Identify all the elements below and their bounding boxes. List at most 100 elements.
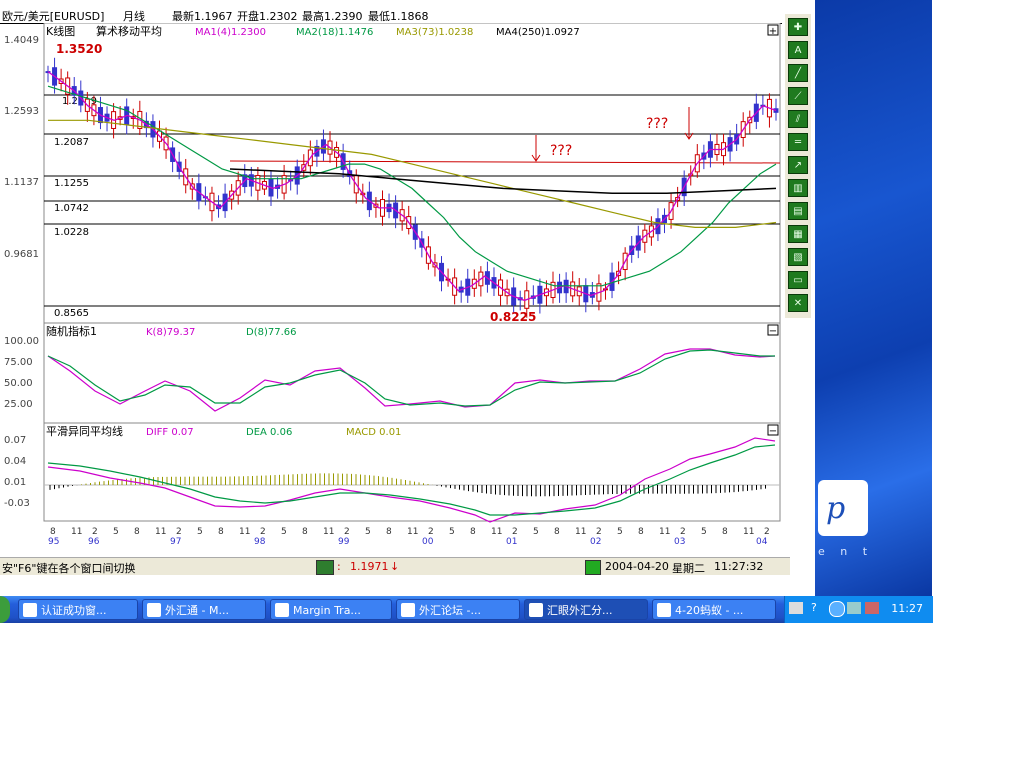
help-icon[interactable]: ? (811, 601, 817, 614)
x-tick-label: 11 (491, 527, 502, 537)
right-toolbar: ✚ A ╱ ⟋ ⫽ ═ ↗ ▥ ▤ ▦ ▧ ▭ ✕ (785, 14, 811, 318)
chart-app-icon (529, 603, 543, 617)
ma3-value: MA3(73)1.0238 (396, 27, 473, 38)
x-tick-label: 2 (428, 527, 434, 537)
kd-panel (43, 322, 781, 424)
tool-trend-icon[interactable]: ↗ (788, 156, 808, 174)
hp-logo: p (818, 480, 868, 536)
x-tick-label: 2 (176, 527, 182, 537)
word-icon (657, 603, 671, 617)
x-tick-label: 5 (617, 527, 623, 537)
tool-delete-icon[interactable]: ✕ (788, 294, 808, 312)
folder-icon (23, 603, 37, 617)
x-year-label: 99 (338, 537, 350, 547)
tool-text-icon[interactable]: A (788, 41, 808, 59)
app-window: 欧元/美元[EURUSD] 月线 最新1.1967 开盘1.2302 最高1.2… (0, 0, 815, 577)
x-tick-label: 11 (659, 527, 670, 537)
x-tick-label: 2 (92, 527, 98, 537)
macd-ytick-0: 0.07 (4, 435, 26, 446)
status-weekday: 星期二 (672, 562, 705, 575)
x-tick-label: 8 (470, 527, 476, 537)
x-tick-label: 8 (50, 527, 56, 537)
latest-price: 最新1.1967 (172, 10, 233, 23)
x-tick-label: 8 (134, 527, 140, 537)
k-value: K(8)79.37 (146, 327, 195, 338)
x-year-label: 98 (254, 537, 266, 547)
browser-icon (147, 603, 161, 617)
security-icon[interactable] (865, 602, 879, 614)
level-label-6: 0.8565 (54, 308, 89, 319)
tool-line-icon[interactable]: ╱ (788, 64, 808, 82)
ma-ytick-0: 1.4049 (4, 35, 39, 46)
x-tick-label: 8 (218, 527, 224, 537)
network-icon[interactable] (847, 602, 861, 614)
x-tick-label: 11 (155, 527, 166, 537)
period-label: 月线 (123, 10, 145, 23)
ma-ytick-3: 0.9681 (4, 249, 39, 260)
x-tick-label: 2 (680, 527, 686, 537)
x-tick-label: 2 (344, 527, 350, 537)
symbol-label: 欧元/美元[EURUSD] (2, 10, 105, 23)
task-item-margin[interactable]: Margin Tra... (270, 599, 392, 620)
price-arrow-icon: : (337, 560, 341, 573)
kd-panel-name: 随机指标1 (46, 324, 97, 338)
low-price: 最低1.1868 (368, 10, 429, 23)
x-tick-label: 11 (71, 527, 82, 537)
tool-period-icon[interactable]: ▧ (788, 248, 808, 266)
ma4-value: MA4(250)1.0927 (496, 27, 580, 38)
x-tick-label: 5 (533, 527, 539, 537)
tool-fib-icon[interactable]: ▤ (788, 202, 808, 220)
tool-hline-icon[interactable]: ═ (788, 133, 808, 151)
status-date: 2004-04-20 (605, 560, 669, 573)
x-tick-label: 2 (764, 527, 770, 537)
status-time: 11:27:32 (714, 560, 764, 573)
x-year-label: 95 (48, 537, 59, 547)
x-tick-label: 5 (197, 527, 203, 537)
status-hint: 安"F6"键在各个窗口间切换 (2, 562, 136, 575)
x-tick-label: 11 (239, 527, 250, 537)
back-chevron-icon[interactable] (829, 601, 845, 617)
kd-ytick-2: 50.00 (4, 378, 33, 389)
x-tick-label: 2 (596, 527, 602, 537)
question-annotation-2: ??? (646, 116, 668, 132)
tool-cross-icon[interactable]: ✚ (788, 18, 808, 36)
task-item-analysis[interactable]: 汇眼外汇分... (524, 599, 648, 620)
calculator-icon[interactable] (316, 560, 334, 575)
x-tick-label: 11 (575, 527, 586, 537)
level-label-4: 1.0742 (54, 203, 89, 214)
task-item-auth[interactable]: 认证成功窗... (18, 599, 138, 620)
tool-grid-icon[interactable]: ▥ (788, 179, 808, 197)
x-tick-label: 11 (323, 527, 334, 537)
diff-value: DIFF 0.07 (146, 427, 194, 438)
ma-panel (43, 23, 781, 324)
high-annotation: 1.3520 (56, 42, 102, 56)
kd-ytick-1: 75.00 (4, 357, 33, 368)
tool-ray-icon[interactable]: ⟋ (788, 87, 808, 105)
macd-ytick-1: 0.04 (4, 456, 26, 467)
tool-box-icon[interactable]: ▭ (788, 271, 808, 289)
x-tick-label: 5 (701, 527, 707, 537)
keyboard-icon[interactable] (789, 602, 803, 614)
high-price: 最高1.2390 (302, 10, 363, 23)
connection-icon (585, 560, 601, 575)
x-year-label: 01 (506, 537, 517, 547)
hp-slogan: e n t (818, 545, 874, 558)
x-tick-label: 8 (638, 527, 644, 537)
ma-panel-name: K线图 (46, 24, 75, 38)
macd-value: MACD 0.01 (346, 427, 401, 438)
ma-indicator-name: 算术移动平均 (96, 24, 162, 38)
x-tick-label: 5 (365, 527, 371, 537)
task-item-forex[interactable]: 外汇通 - M... (142, 599, 266, 620)
current-price: 1.1971 (350, 560, 389, 573)
minus-icon: − (769, 326, 777, 337)
low-annotation: 0.8225 (490, 310, 536, 324)
task-item-word[interactable]: 4-20蚂蚁 - ... (652, 599, 776, 620)
d-value: D(8)77.66 (246, 327, 297, 338)
x-tick-label: 8 (386, 527, 392, 537)
tool-cycle-icon[interactable]: ▦ (788, 225, 808, 243)
x-tick-label: 5 (449, 527, 455, 537)
ma1-value: MA1(4)1.2300 (195, 27, 266, 38)
tool-channel-icon[interactable]: ⫽ (788, 110, 808, 128)
x-axis: 8 11 2 5 8 11 2 5 8 11 2 5 8 11 2 5 8 11 2 5 8 11 2 5 8 11 2 5 8 11 2 5… (48, 527, 770, 547)
task-item-forum[interactable]: 外汇论坛 -... (396, 599, 520, 620)
